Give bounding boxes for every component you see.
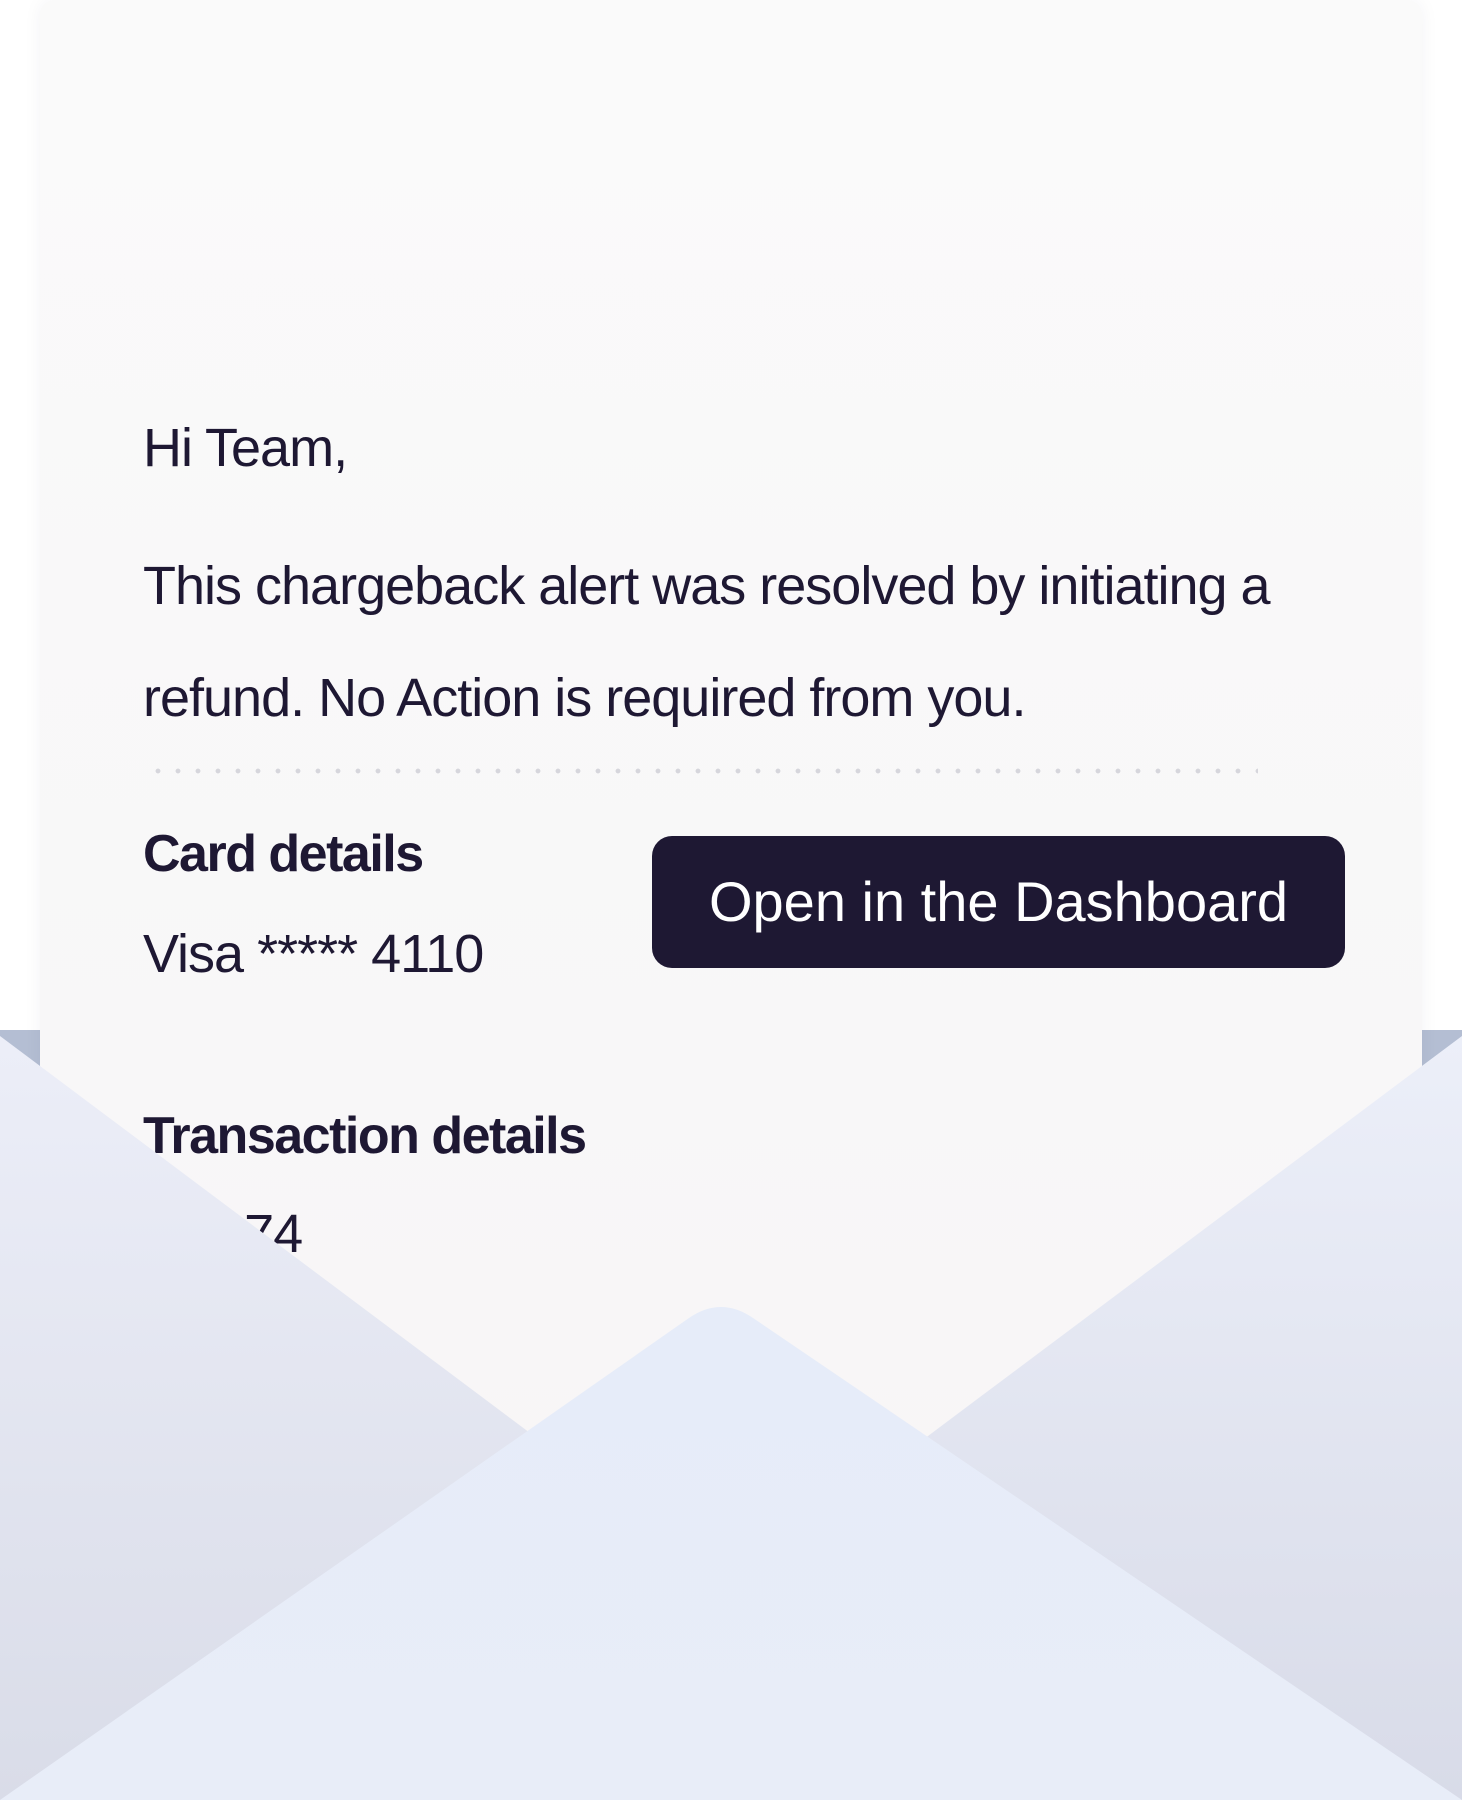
email-greeting: Hi Team, <box>143 418 348 478</box>
email-message: This chargeback alert was resolved by in… <box>143 556 1271 728</box>
transaction-details-heading: Transaction details <box>143 1107 587 1165</box>
dotted-divider <box>148 768 1258 774</box>
open-dashboard-button[interactable]: Open in the Dashboard <box>652 836 1345 968</box>
transaction-details-value: $27.74 <box>143 1204 303 1264</box>
card-details-heading: Card details <box>143 825 424 883</box>
card-details-value: Visa ***** 4110 <box>143 924 484 984</box>
